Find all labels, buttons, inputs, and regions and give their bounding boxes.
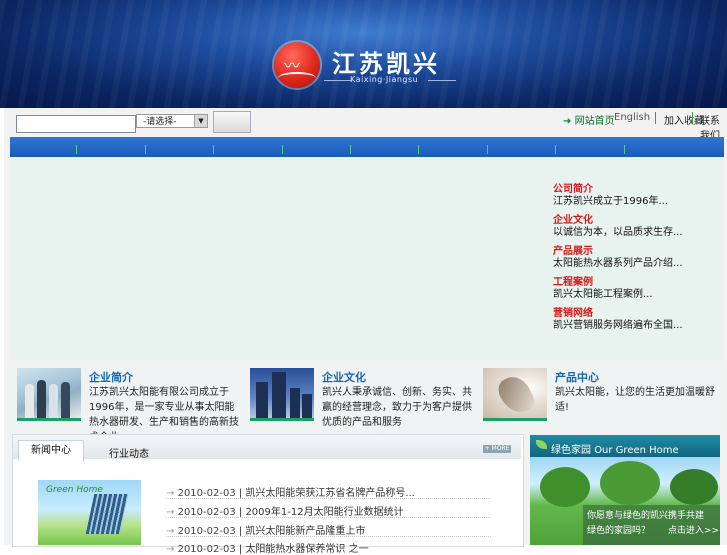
arrow-right-icon: → xyxy=(166,544,175,555)
logo-subtitle: Kaixing·Jiangsu xyxy=(350,75,419,84)
list-item-date: 2010-02-03 xyxy=(177,544,236,555)
building-thumbnail[interactable] xyxy=(250,368,314,421)
nav-item[interactable] xyxy=(418,145,419,154)
home-link-label: 网站首页 xyxy=(574,116,615,127)
building-shape xyxy=(256,382,268,418)
solar-panel-illustration xyxy=(85,494,129,534)
nav-item[interactable] xyxy=(487,145,488,154)
green-home-title-cn: 绿色家园 xyxy=(551,445,591,456)
tree-shape xyxy=(670,469,718,505)
person-figure xyxy=(61,382,70,418)
tab-industry[interactable]: 行业动态 xyxy=(109,445,149,460)
person-figure xyxy=(49,384,58,418)
favorite-link[interactable]: 加入收藏 xyxy=(664,112,704,127)
main-nav xyxy=(10,137,724,157)
green-home-title-en: Our Green Home xyxy=(594,445,679,456)
feature-text: 凯兴人秉承诚信、创新、务实、共赢的经营理念，致力于为客户提供优质的产品和服务 xyxy=(322,387,472,428)
category-select[interactable]: -请选择- ▼ xyxy=(136,114,208,128)
nav-item[interactable] xyxy=(282,145,283,154)
feature-title[interactable]: 企业文化 xyxy=(322,369,366,385)
search-input[interactable] xyxy=(16,115,136,133)
category-select-value: -请选择- xyxy=(143,117,177,127)
tree-shape xyxy=(600,461,660,505)
logo-title: 江苏凯兴 xyxy=(332,49,440,78)
news-text[interactable]: 以诚信为本，以品质求生存... xyxy=(553,223,683,238)
feather-thumbnail[interactable] xyxy=(483,368,547,421)
link-divider xyxy=(692,112,693,124)
list-item[interactable]: → 2010-02-03 | 2009年1-12月太阳能行业数据统计 xyxy=(166,503,404,518)
logo-divider xyxy=(428,80,456,81)
list-item[interactable]: → 2010-02-03 | 凯兴太阳能新产品隆重上市 xyxy=(166,522,365,537)
news-text[interactable]: 凯兴营销服务网络遍布全国... xyxy=(553,316,683,331)
green-home-slogan: 你愿意与绿色的凯兴携手共建 xyxy=(587,511,705,521)
green-home-title: 绿色家园 Our Green Home xyxy=(551,441,679,456)
more-button[interactable]: + MORE xyxy=(483,445,511,453)
logo-divider xyxy=(324,80,352,81)
building-shape xyxy=(272,372,286,418)
list-item[interactable]: → 2010-02-03 | 太阳能热水器保养常识 之一 xyxy=(166,540,369,555)
link-divider xyxy=(655,112,656,124)
list-item[interactable]: → 2010-02-03 | 凯兴太阳能荣获江苏省名牌产品称号... xyxy=(166,484,415,499)
nav-item[interactable] xyxy=(76,145,77,154)
tab-news[interactable]: 新闻中心 xyxy=(18,440,84,461)
people-thumbnail[interactable] xyxy=(17,368,81,421)
header-banner: 〰 江苏凯兴 Kaixing·Jiangsu xyxy=(0,0,727,108)
logo-icon[interactable]: 〰 xyxy=(274,42,320,88)
nav-item[interactable] xyxy=(624,145,625,154)
feature-text: 凯兴太阳能，让您的生活更加温暖舒适! xyxy=(555,387,715,413)
nav-item[interactable] xyxy=(350,145,351,154)
building-shape xyxy=(302,394,312,418)
nav-item[interactable] xyxy=(555,145,556,154)
wave-icon xyxy=(278,72,316,84)
news-text[interactable]: 太阳能热水器系列产品介绍... xyxy=(553,254,683,269)
search-button[interactable] xyxy=(213,111,251,133)
person-figure xyxy=(25,384,34,418)
building-shape xyxy=(290,388,300,418)
chevron-down-icon: ▼ xyxy=(194,115,207,127)
english-link[interactable]: English xyxy=(614,112,650,123)
green-home-image[interactable]: Green Home xyxy=(38,480,141,545)
divider xyxy=(166,536,491,537)
nav-item[interactable] xyxy=(145,145,146,154)
nav-item[interactable] xyxy=(213,145,214,154)
feather-shape xyxy=(494,371,538,419)
list-item-title: 太阳能热水器保养常识 之一 xyxy=(245,544,369,555)
enter-link[interactable]: 点击进入>> xyxy=(668,523,719,536)
feature-title[interactable]: 产品中心 xyxy=(555,369,599,385)
news-text[interactable]: 凯兴太阳能工程案例... xyxy=(553,285,653,300)
tab-bar xyxy=(13,435,521,459)
tree-shape xyxy=(540,467,590,507)
news-text[interactable]: 江苏凯兴成立于1996年... xyxy=(553,192,668,207)
divider xyxy=(166,517,491,518)
arrow-right-icon: ➜ xyxy=(563,116,572,127)
feature-title[interactable]: 企业简介 xyxy=(89,369,133,385)
person-figure xyxy=(37,380,46,418)
green-home-slogan: 绿色的家园吗？ xyxy=(587,526,651,536)
divider xyxy=(166,498,491,499)
home-link[interactable]: ➜ 网站首页 xyxy=(563,112,615,127)
